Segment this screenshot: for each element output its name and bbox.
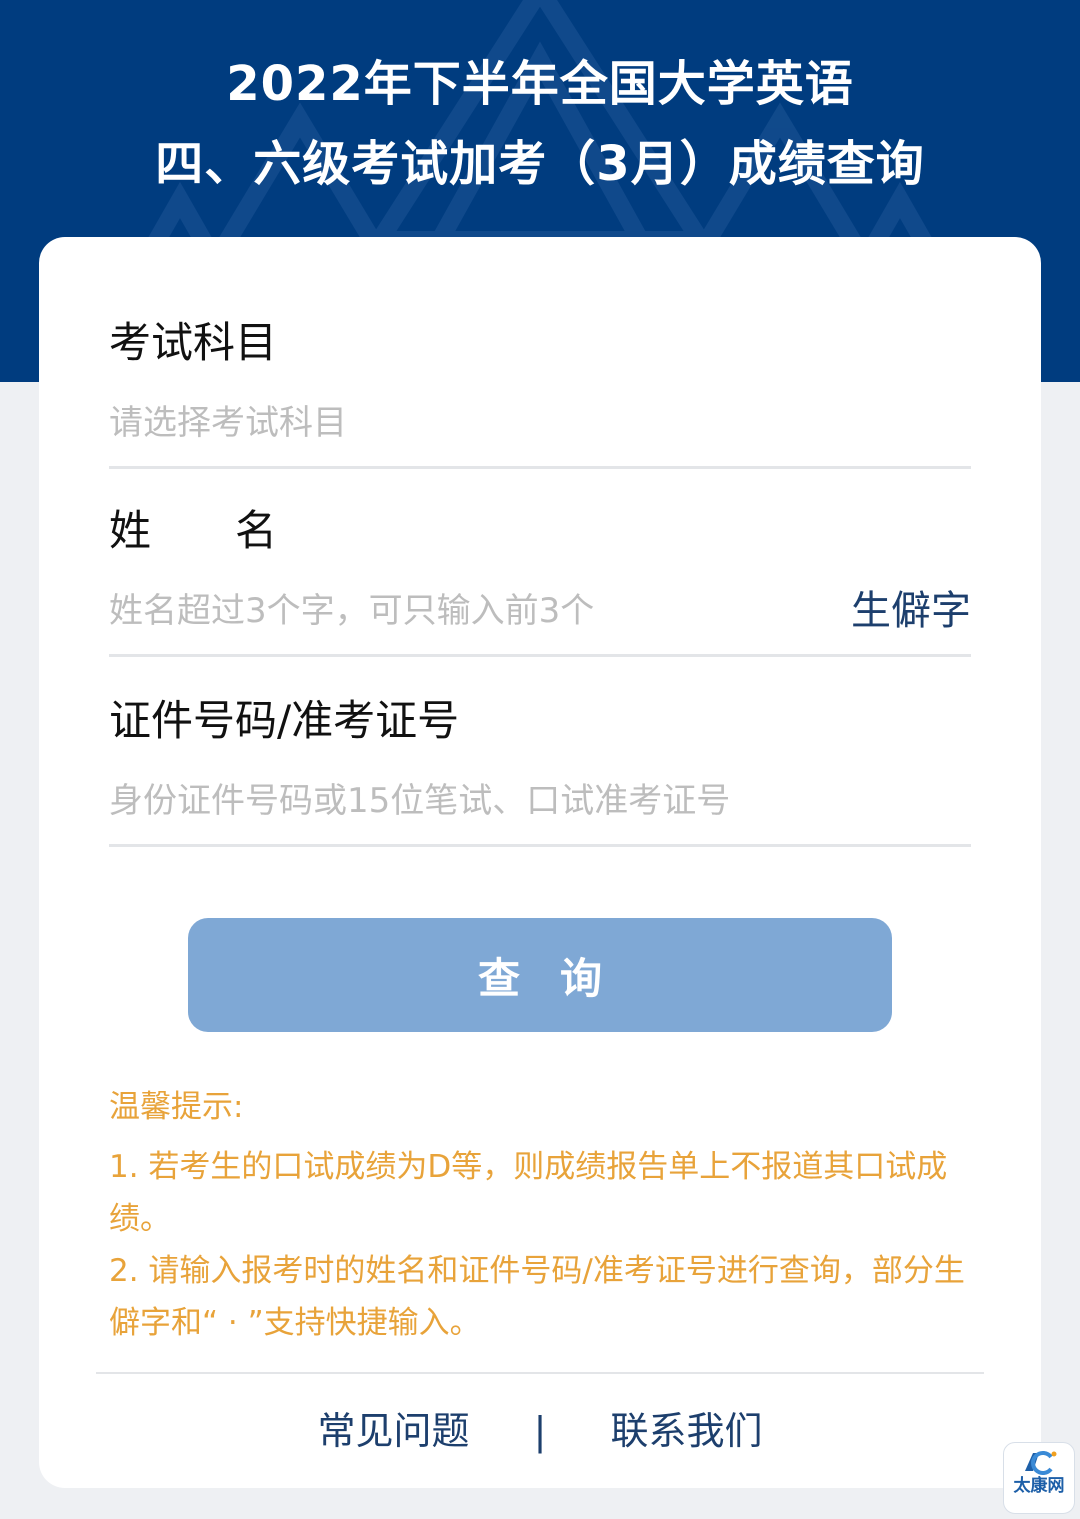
contact-link[interactable]: 联系我们 xyxy=(611,1403,763,1459)
subject-label: 考试科目 xyxy=(109,318,278,367)
subject-field: 考试科目 xyxy=(109,315,971,469)
name-field: 姓 名 生僻字 xyxy=(109,503,971,657)
tips-section: 温馨提示: 1. 若考生的口试成绩为D等，则成绩报告单上不报道其口试成绩。 2.… xyxy=(109,1081,971,1349)
page-title-line1: 2022年下半年全国大学英语 xyxy=(226,56,854,112)
footer-links: 常见问题 | 联系我们 xyxy=(39,1403,1041,1459)
id-field: 证件号码/准考证号 xyxy=(109,693,971,847)
faq-link[interactable]: 常见问题 xyxy=(317,1403,469,1459)
site-watermark: 太康网 xyxy=(1003,1442,1075,1514)
watermark-logo-icon xyxy=(1025,1451,1057,1475)
id-label: 证件号码/准考证号 xyxy=(109,696,460,745)
tip-item-1: 1. 若考生的口试成绩为D等，则成绩报告单上不报道其口试成绩。 xyxy=(109,1149,948,1237)
name-label: 姓 名 xyxy=(109,506,278,555)
page-title: 2022年下半年全国大学英语 四、六级考试加考（3月）成绩查询 xyxy=(0,44,1080,204)
rare-char-button[interactable]: 生僻字 xyxy=(851,585,971,637)
tip-item-2: 2. 请输入报考时的姓名和证件号码/准考证号进行查询，部分生僻字和“ · ”支持… xyxy=(109,1253,965,1341)
subject-select[interactable] xyxy=(109,397,809,449)
query-form-card: 考试科目 姓 名 生僻字 证件号码/准考证号 查询 温馨提示: 1. 若考生的口… xyxy=(39,237,1041,1488)
query-button[interactable]: 查询 xyxy=(188,918,892,1032)
name-input[interactable] xyxy=(109,585,749,637)
id-input[interactable] xyxy=(109,775,809,827)
watermark-text: 太康网 xyxy=(1013,1476,1065,1496)
footer-divider xyxy=(96,1372,984,1374)
tips-title: 温馨提示: xyxy=(109,1089,244,1125)
page-title-line2: 四、六级考试加考（3月）成绩查询 xyxy=(155,136,925,192)
footer-separator: | xyxy=(533,1409,547,1453)
